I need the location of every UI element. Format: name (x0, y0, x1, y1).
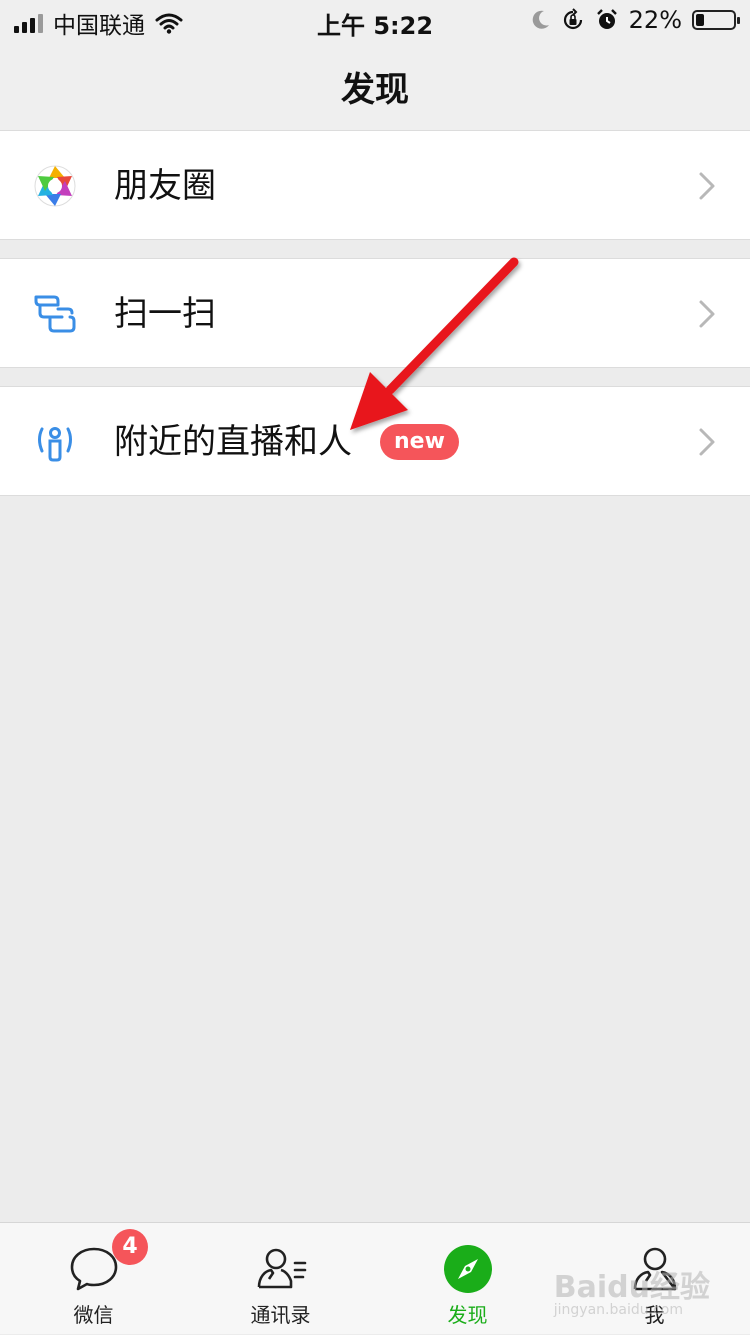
menu-item-moments[interactable]: 朋友圈 (0, 131, 750, 239)
chevron-right-icon (699, 428, 715, 456)
menu-item-label: 附近的直播和人 (114, 422, 352, 462)
tab-contacts[interactable]: 通讯录 (187, 1223, 374, 1335)
new-badge: new (380, 424, 459, 460)
contacts-icon (257, 1248, 306, 1289)
menu-group-scan: 扫一扫 (0, 258, 750, 368)
menu-group-moments: 朋友圈 (0, 130, 750, 240)
status-right: 22% (531, 6, 740, 34)
menu-group-nearby: 附近的直播和人 new (0, 386, 750, 496)
tab-label: 我 (644, 1303, 665, 1327)
me-icon (633, 1247, 676, 1291)
tab-label: 发现 (447, 1303, 488, 1327)
nav-bar: 发现 (0, 42, 750, 131)
discover-icon (443, 1245, 492, 1293)
nearby-icon (38, 427, 72, 462)
chevron-right-icon (699, 172, 715, 200)
unread-count-badge: 4 (112, 1229, 148, 1265)
scan-icon (34, 295, 76, 333)
menu-item-scan[interactable]: 扫一扫 (0, 259, 750, 367)
battery-icon (692, 10, 740, 30)
page-title: 发现 (341, 70, 409, 110)
menu-item-label: 扫一扫 (114, 294, 216, 334)
menu-item-label: 朋友圈 (114, 166, 216, 206)
tab-chats[interactable]: 4 微信 (0, 1223, 187, 1335)
moments-icon (34, 165, 76, 207)
tab-me[interactable]: 我 (561, 1223, 748, 1335)
menu-item-nearby[interactable]: 附近的直播和人 new (0, 387, 750, 495)
tab-label: 通讯录 (250, 1303, 311, 1327)
moon-icon (532, 10, 549, 29)
battery-percent: 22% (628, 6, 682, 34)
tab-discover[interactable]: 发现 (374, 1223, 561, 1335)
rotation-lock-icon (563, 8, 582, 30)
tab-label: 微信 (73, 1303, 114, 1327)
alarm-icon (596, 9, 617, 29)
chevron-right-icon (699, 300, 715, 328)
status-bar: 中国联通 上午 5:22 22% (0, 0, 750, 42)
tab-bar: 4 微信 通讯录 发现 我 (0, 1222, 750, 1334)
